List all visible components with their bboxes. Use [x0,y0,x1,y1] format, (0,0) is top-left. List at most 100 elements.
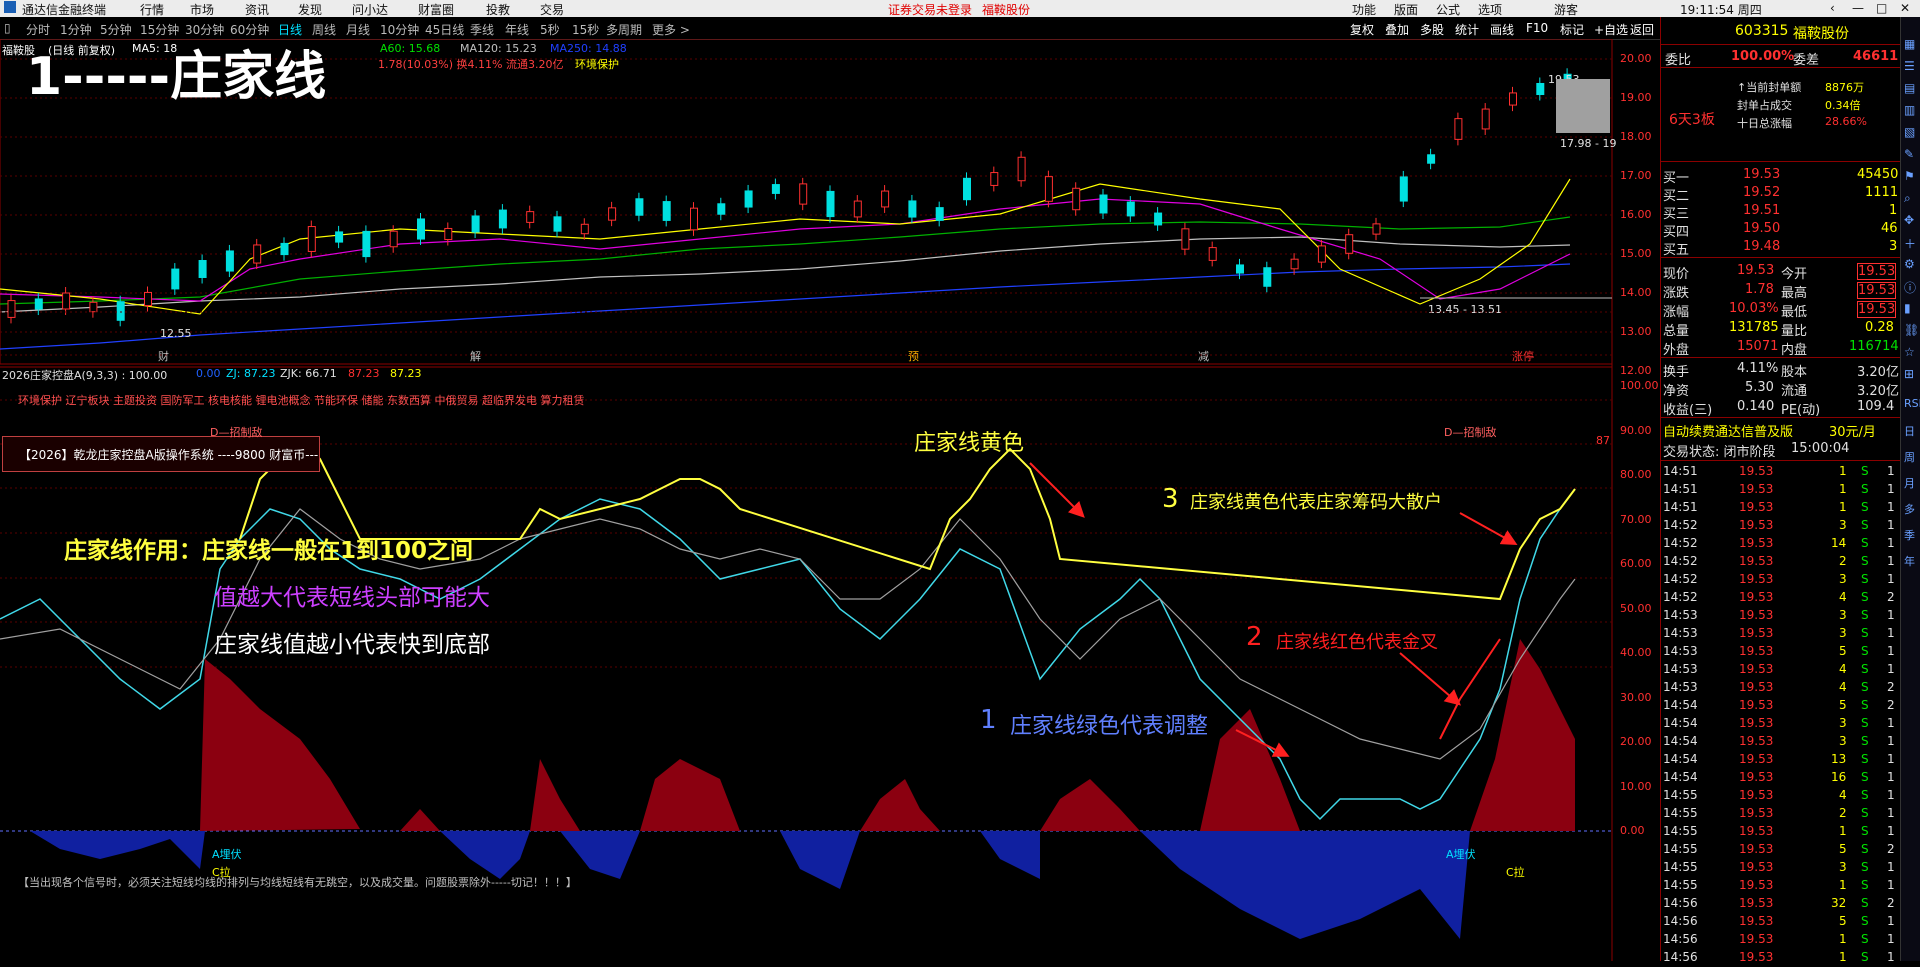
menu-item-gongneng[interactable]: 功能 [1352,1,1376,18]
menu-item-shichang[interactable]: 市场 [190,1,214,18]
btn-f10[interactable]: F10 [1526,21,1548,35]
tick-count: 1 [1887,662,1895,676]
price-axis-label: 20.00 [1620,52,1652,65]
user-label[interactable]: 游客 [1554,1,1578,18]
table-icon[interactable]: ▥ [1904,103,1915,117]
menu-item-wenxiaoda[interactable]: 问小达 [352,1,388,18]
tick-price: 19.53 [1739,680,1774,694]
period-45day[interactable]: 45日线 [425,21,464,38]
menu-item-caifuquan[interactable]: 财富圈 [418,1,454,18]
indicator-title[interactable]: 2026庄家控盘A(9,3,3) : 100.00 [2,367,167,383]
period-quarter[interactable]: 季线 [470,21,494,38]
list-icon[interactable]: ☰ [1904,59,1915,73]
quote-value: 10.03% [1729,301,1779,316]
period-more[interactable]: 更多 > [652,21,690,38]
flag-icon[interactable]: ⚑ [1904,169,1915,183]
btn-fanhui[interactable]: 返回 [1630,21,1654,38]
map-icon[interactable]: ⊞ [1904,367,1914,381]
search-icon[interactable]: ⌕ [1904,191,1911,206]
btn-huaxian[interactable]: 画线 [1490,21,1514,38]
bid-row[interactable]: 买一 19.53 45450 [1661,165,1901,186]
sidebar-label[interactable]: 日 [1904,423,1915,439]
menu-item-hangqing[interactable]: 行情 [140,1,164,18]
period-year[interactable]: 年线 [505,21,529,38]
candle-body [1481,108,1490,130]
menu-item-gongshi[interactable]: 公式 [1436,1,1460,18]
tick-volume: 3 [1839,716,1847,730]
link-icon[interactable]: ⛓ [1904,323,1919,337]
price-gray-box [1556,79,1610,133]
period-multi[interactable]: 多周期 [606,21,642,38]
menu-item-xuanxiang[interactable]: 选项 [1478,1,1502,18]
plus-icon[interactable]: ＋ [1904,235,1916,252]
info-icon[interactable]: ⓘ [1904,279,1916,296]
tick-time: 14:56 [1663,950,1698,964]
low-price-label: 12.55 [160,327,192,340]
period-menu-icon[interactable]: ▯ [4,21,11,35]
bid-row[interactable]: 买二 19.52 1111 [1661,183,1901,204]
tick-row: 14:52 19.53 3 S 1 [1661,571,1901,589]
tick-volume: 4 [1839,680,1847,694]
chart-icon[interactable]: ▧ [1904,125,1915,139]
btn-duogu[interactable]: 多股 [1420,21,1444,38]
move-icon[interactable]: ✥ [1904,213,1914,227]
mark-d2: D—招制敌 [1444,426,1497,439]
menu-item-toujiao[interactable]: 投教 [486,1,510,18]
stock-header[interactable]: 603315 福鞍股份 [1661,21,1901,42]
tick-row: 14:56 19.53 5 S 1 [1661,913,1901,931]
seal-row: 十日总涨幅 28.66% [1661,113,1901,131]
btn-biaoji[interactable]: 标记 [1560,21,1584,38]
btn-tongji[interactable]: 统计 [1455,21,1479,38]
sidebar-label[interactable]: 季 [1904,527,1915,543]
tick-time: 14:56 [1663,896,1698,910]
sidebar-label[interactable]: 周 [1904,449,1915,465]
tick-volume: 5 [1839,914,1847,928]
menu-item-banmian[interactable]: 版面 [1394,1,1418,18]
tick-price: 19.53 [1739,662,1774,676]
bars-icon[interactable]: ▮ [1904,301,1911,315]
period-15sec[interactable]: 15秒 [572,21,599,38]
period-monthly[interactable]: 月线 [346,21,370,38]
maximize-icon[interactable]: □ [1876,1,1887,15]
period-5sec[interactable]: 5秒 [540,21,560,38]
sidebar-label[interactable]: 年 [1904,553,1915,569]
sidebar-label[interactable]: 月 [1904,475,1915,491]
sidebar-label[interactable]: RSI [1904,397,1920,410]
tick-row: 14:51 19.53 1 S 1 [1661,499,1901,517]
btn-fuquan[interactable]: 复权 [1350,21,1374,38]
sidebar-label[interactable]: 多 [1904,501,1915,517]
quote-row: 外盘 15071 内盘 116714 [1661,337,1901,358]
tick-row: 14:53 19.53 4 S 2 [1661,679,1901,697]
login-status[interactable]: 证券交易未登录 [888,1,972,18]
app-logo-icon [4,1,16,13]
menu-item-faxian[interactable]: 发现 [298,1,322,18]
period-10min[interactable]: 10分钟 [380,21,419,38]
candle-body [253,244,262,264]
bid-row[interactable]: 买四 19.50 46 [1661,219,1901,240]
tick-price: 19.53 [1739,860,1774,874]
back-icon[interactable]: ‹ [1830,1,1835,15]
tick-row: 14:53 19.53 3 S 1 [1661,607,1901,625]
btn-diejia[interactable]: 叠加 [1385,21,1409,38]
settings-icon[interactable]: ⚙ [1904,257,1915,271]
grid-icon[interactable]: ▤ [1904,81,1915,95]
menu-item-zixun[interactable]: 资讯 [245,1,269,18]
bid-row[interactable]: 买五 19.48 3 [1661,237,1901,258]
btn-zixuan[interactable]: +自选 [1594,21,1628,38]
minimize-icon[interactable]: — [1852,1,1864,15]
tick-side: S [1861,662,1869,676]
menu-item-jiaoyi[interactable]: 交易 [540,1,564,18]
tile-icon[interactable]: ▦ [1904,37,1915,51]
close-icon[interactable]: ✕ [1900,1,1910,15]
tick-row: 14:54 19.53 16 S 1 [1661,769,1901,787]
pen-icon[interactable]: ✎ [1904,147,1914,161]
quote-value: 1.78 [1745,282,1774,297]
ma120-label: MA120: 15.23 [460,42,537,55]
promo-row[interactable]: 自动续费通达信普及版 30元/月 [1661,419,1901,440]
tick-row: 14:55 19.53 4 S 1 [1661,787,1901,805]
bid-row[interactable]: 买三 19.51 1 [1661,201,1901,222]
star-icon[interactable]: ☆ [1904,345,1915,359]
tick-count: 1 [1887,878,1895,892]
quote-row: 现价 19.53 今开 19.53 [1661,261,1901,282]
tick-row: 14:55 19.53 1 S 1 [1661,823,1901,841]
